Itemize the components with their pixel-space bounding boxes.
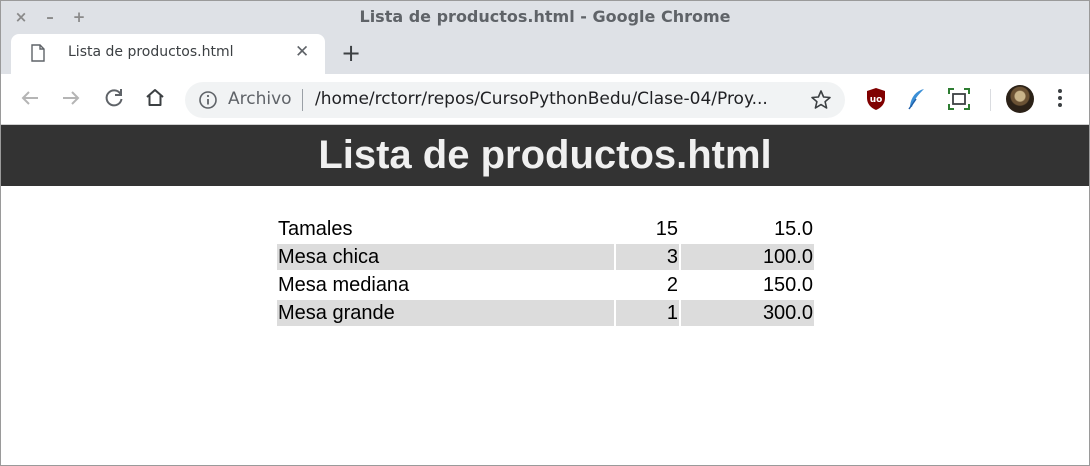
table-row: Mesa mediana 2 150.0	[277, 272, 814, 298]
product-price: 100.0	[681, 244, 814, 270]
feather-extension-icon[interactable]	[904, 86, 930, 112]
svg-text:uo: uo	[870, 95, 883, 105]
page-title: Lista de productos.html	[318, 133, 772, 177]
products-table: Tamales 15 15.0 Mesa chica 3 100.0 Mesa …	[275, 214, 816, 328]
product-quantity: 15	[655, 218, 678, 240]
back-arrow-icon[interactable]	[18, 86, 42, 110]
tab-title: Lista de productos.html	[68, 44, 234, 60]
info-icon[interactable]	[198, 90, 218, 110]
table-row: Mesa grande 1 300.0	[277, 300, 814, 326]
tab-strip: Lista de productos.html ✕ +	[1, 34, 1089, 74]
product-name: Mesa mediana	[278, 274, 410, 296]
screenshot-extension-icon[interactable]	[946, 86, 972, 112]
home-icon[interactable]	[143, 86, 167, 110]
page-header: Lista de productos.html	[1, 125, 1089, 186]
reload-icon[interactable]	[102, 86, 126, 110]
table-row: Tamales 15 15.0	[277, 216, 814, 242]
table-row: Mesa chica 3 100.0	[277, 244, 814, 270]
toolbar-separator	[990, 89, 991, 111]
ublock-origin-icon[interactable]: uo	[863, 86, 889, 112]
product-price: 300.0	[681, 300, 814, 326]
tab-close-icon[interactable]: ✕	[295, 42, 309, 62]
tab-active[interactable]: Lista de productos.html ✕	[11, 34, 325, 74]
product-price: 15.0	[774, 218, 813, 240]
page-info-label[interactable]: Archivo	[228, 89, 292, 109]
forward-arrow-icon[interactable]	[59, 86, 83, 110]
more-menu-icon[interactable]	[1057, 87, 1063, 109]
url-text[interactable]: /home/rctorr/repos/CursoPythonBedu/Clase…	[315, 89, 768, 109]
new-tab-button[interactable]: +	[341, 39, 361, 67]
product-quantity: 3	[616, 244, 679, 270]
window-title: Lista de productos.html - Google Chrome	[359, 7, 731, 26]
product-name: Mesa chica	[277, 244, 614, 270]
address-bar[interactable]: Archivo /home/rctorr/repos/CursoPythonBe…	[185, 82, 845, 118]
browser-window: × – + Lista de productos.html - Google C…	[0, 0, 1090, 466]
product-quantity: 2	[666, 274, 678, 296]
document-icon	[31, 44, 45, 62]
title-bar: × – + Lista de productos.html - Google C…	[1, 1, 1089, 34]
address-separator	[302, 89, 303, 111]
product-name: Mesa grande	[277, 300, 614, 326]
profile-avatar[interactable]	[1006, 85, 1034, 113]
product-name: Tamales	[278, 218, 353, 240]
bookmark-star-icon[interactable]	[809, 88, 833, 112]
page-viewport: Lista de productos.html Tamales 15 15.0 …	[1, 125, 1089, 465]
product-price: 150.0	[762, 274, 813, 296]
product-quantity: 1	[616, 300, 679, 326]
browser-toolbar: Archivo /home/rctorr/repos/CursoPythonBe…	[1, 74, 1089, 125]
